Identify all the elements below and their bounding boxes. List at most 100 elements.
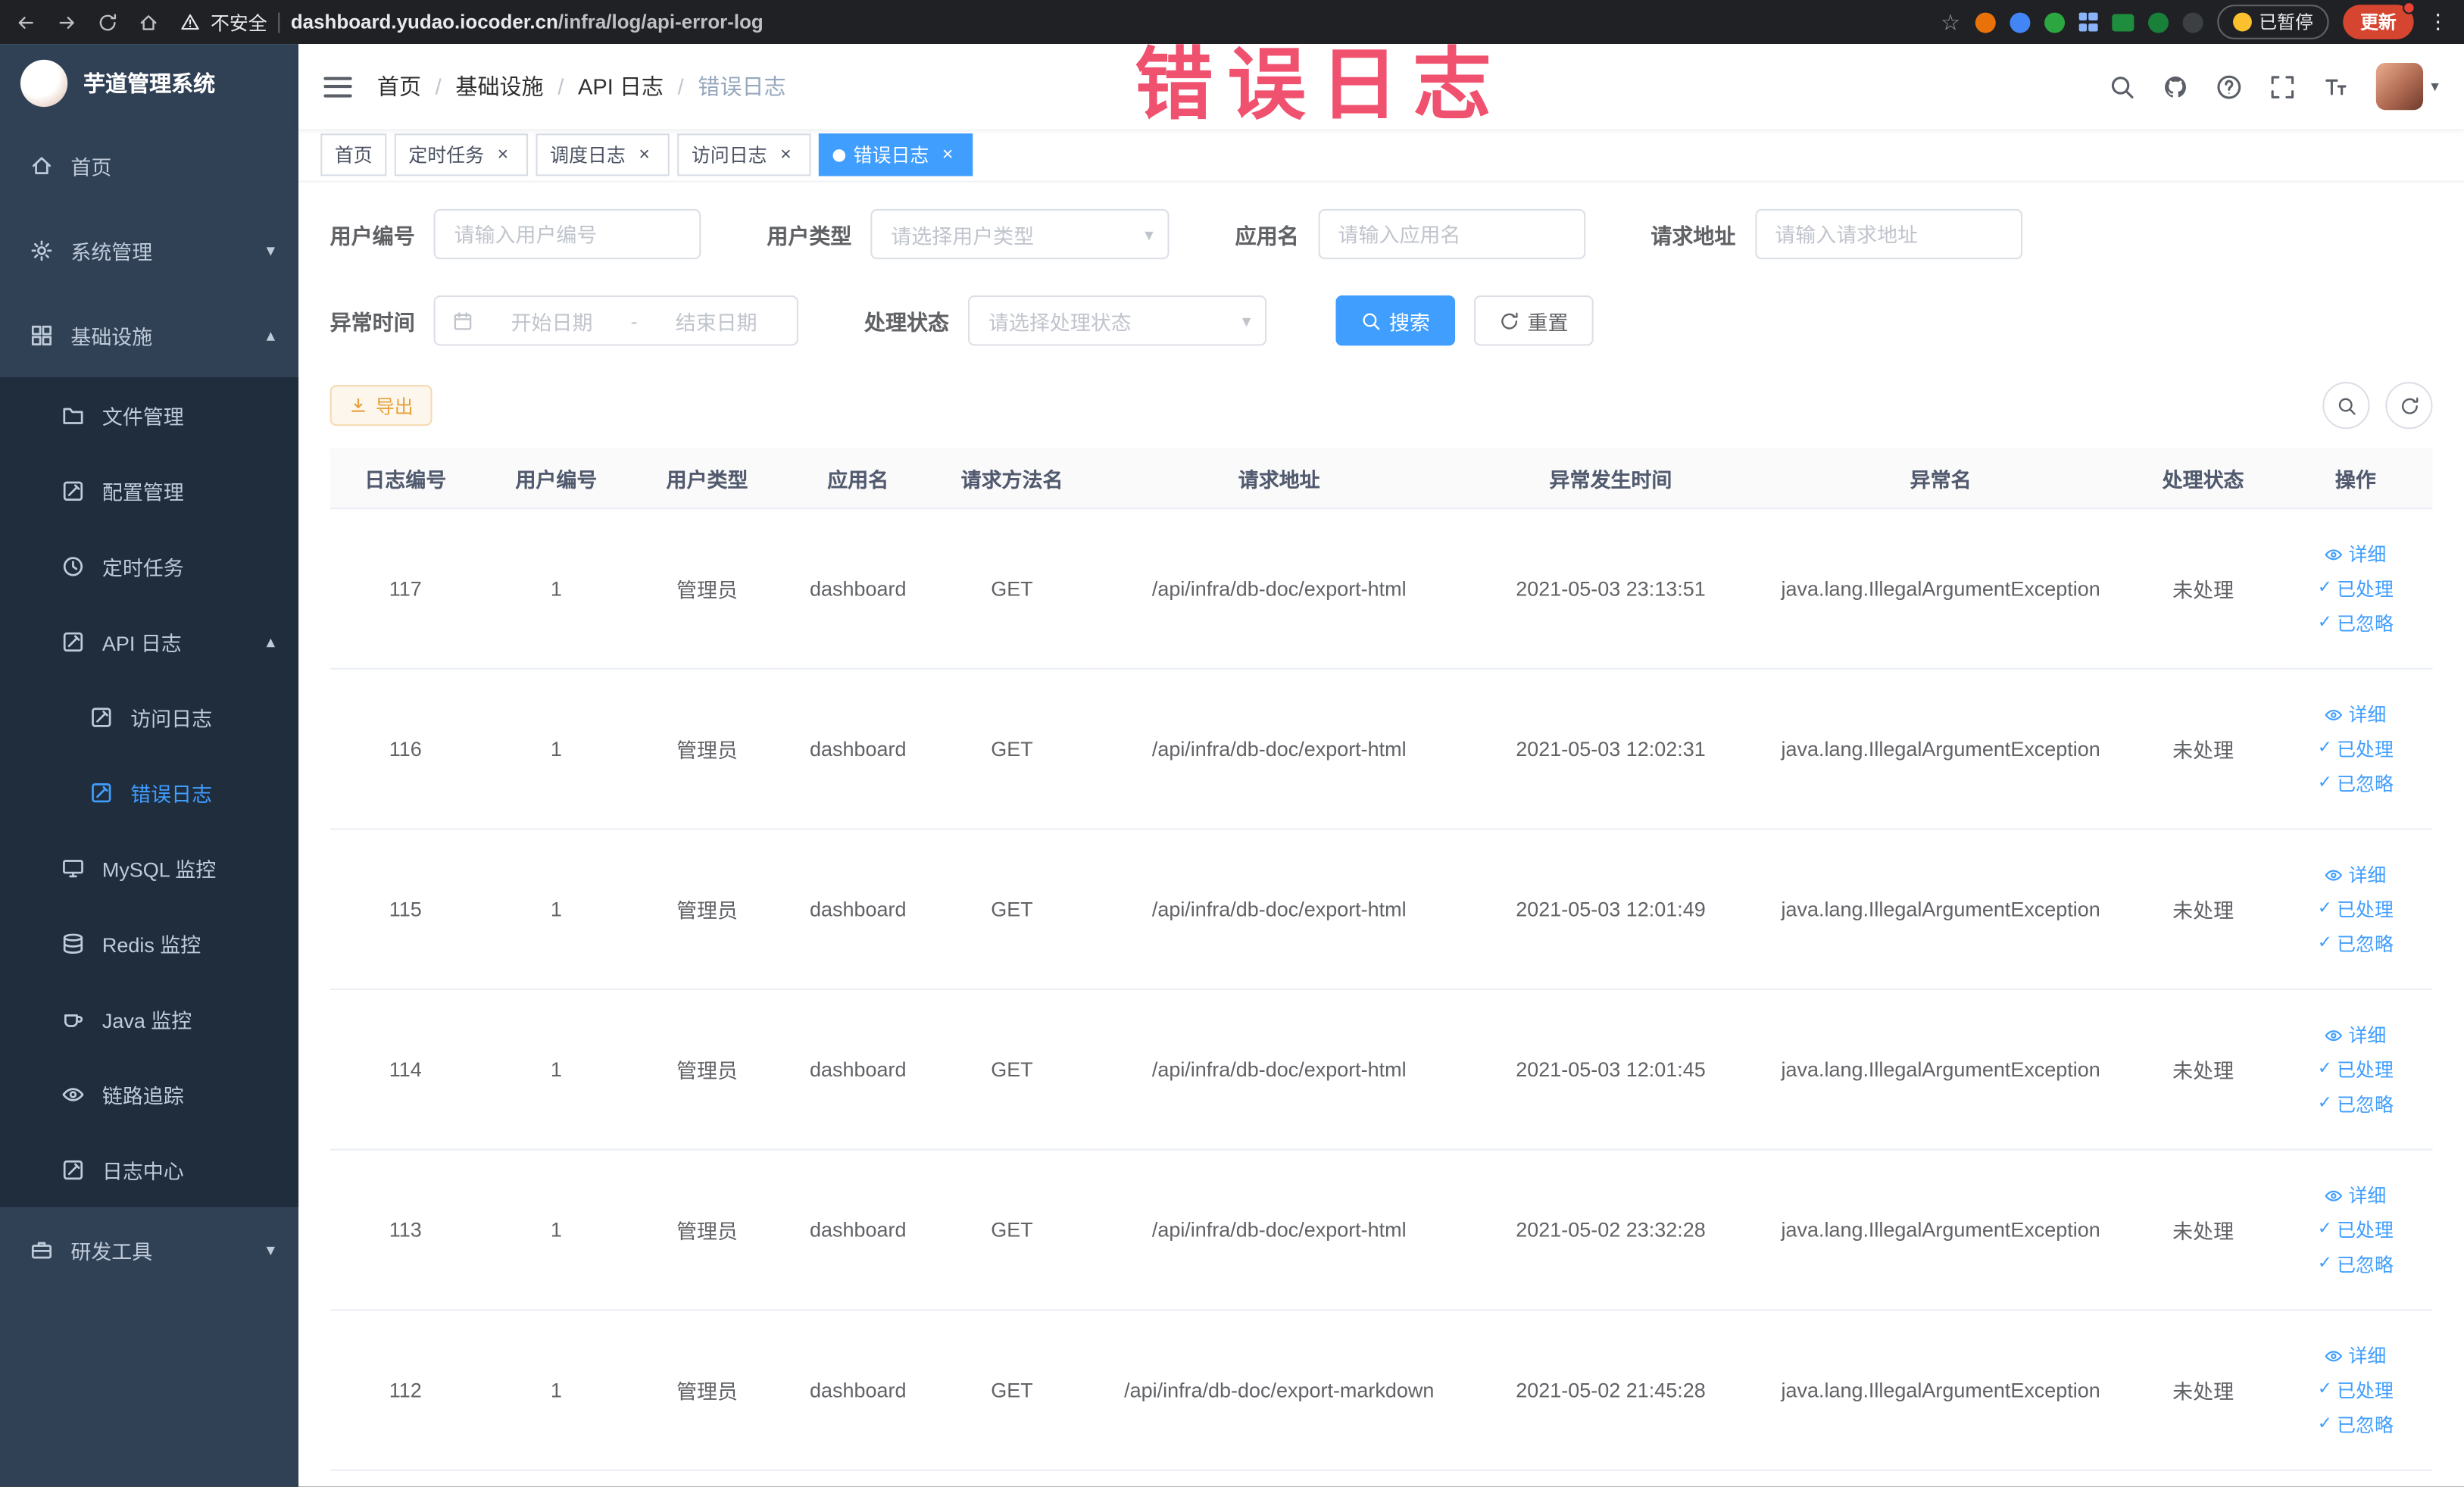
action-detail[interactable]: 详细 [2325, 701, 2386, 727]
user-id-input[interactable] [433, 208, 701, 260]
action-processed[interactable]: ✓ 已处理 [2318, 1217, 2394, 1243]
column-header: 异常发生时间 [1467, 448, 1754, 510]
forward-icon[interactable] [57, 12, 77, 33]
action-ignored[interactable]: ✓ 已忽略 [2318, 770, 2394, 797]
sidebar-item-mysql[interactable]: MySQL 监控 [0, 829, 299, 905]
sidebar-item-label: 链路追踪 [101, 1083, 184, 1107]
row-actions: 详细 ✓ 已处理 ✓ 已忽略 [2284, 861, 2426, 957]
tab-label: 定时任务 [408, 144, 485, 167]
sidebar-logo[interactable]: 芋道管理系统 [0, 44, 298, 123]
status-select[interactable]: 请选择处理状态 ▾ [967, 295, 1267, 346]
user-type-select[interactable]: 请选择用户类型 ▾ [870, 208, 1170, 260]
action-detail[interactable]: 详细 [2325, 541, 2386, 567]
action-label: 已处理 [2337, 1379, 2394, 1402]
request-url-input[interactable] [1754, 208, 2022, 260]
action-processed[interactable]: ✓ 已处理 [2318, 575, 2394, 601]
reload-icon[interactable] [98, 12, 118, 33]
close-icon[interactable]: × [937, 143, 959, 166]
action-processed[interactable]: ✓ 已处理 [2318, 896, 2394, 923]
tab-错误日志[interactable]: 错误日志 × [819, 133, 973, 177]
action-detail[interactable]: 详细 [2325, 861, 2386, 888]
sidebar-item-log-center[interactable]: 日志中心 [0, 1131, 299, 1207]
hamburger-icon[interactable] [323, 76, 352, 97]
sidebar-item-error-log[interactable]: 错误日志 [0, 754, 299, 830]
edit-square-icon [61, 479, 85, 502]
app-name-input[interactable] [1317, 208, 1585, 260]
browser-home-icon[interactable] [139, 12, 159, 33]
close-icon[interactable]: × [492, 143, 514, 166]
action-detail[interactable]: 详细 [2325, 1182, 2386, 1208]
sidebar-item-infra[interactable]: 基础设施 ▴ [0, 292, 298, 377]
action-ignored[interactable]: ✓ 已忽略 [2318, 610, 2394, 636]
sidebar-item-system[interactable]: 系统管理 ▾ [0, 208, 298, 292]
reset-button[interactable]: 重置 [1474, 295, 1594, 346]
breadcrumb-item[interactable]: 首页 [377, 70, 421, 102]
extension-icon[interactable] [1974, 11, 1995, 33]
sidebar-item-api-log[interactable]: API 日志 ▴ [0, 603, 299, 679]
action-ignored[interactable]: ✓ 已忽略 [2318, 930, 2394, 957]
fullscreen-icon[interactable] [2269, 73, 2296, 99]
sidebar-item-home[interactable]: 首页 [0, 123, 298, 208]
kebab-menu-icon[interactable]: ⋮ [2428, 9, 2448, 34]
action-processed[interactable]: ✓ 已处理 [2318, 736, 2394, 762]
breadcrumb-item[interactable]: 基础设施 [455, 70, 543, 102]
export-button[interactable]: 导出 [329, 385, 433, 426]
breadcrumb-item[interactable]: API 日志 [578, 70, 664, 102]
extension-icon[interactable] [2147, 11, 2168, 33]
tab-label: 错误日志 [853, 144, 929, 167]
help-icon[interactable] [2216, 73, 2242, 99]
sidebar-item-config[interactable]: 配置管理 [0, 452, 299, 529]
sidebar-item-java[interactable]: Java 监控 [0, 980, 299, 1057]
eye-icon [2325, 1346, 2344, 1365]
action-processed[interactable]: ✓ 已处理 [2318, 1056, 2394, 1082]
action-ignored[interactable]: ✓ 已忽略 [2318, 1091, 2394, 1117]
action-ignored[interactable]: ✓ 已忽略 [2318, 1251, 2394, 1277]
cell-method: GET [933, 829, 1091, 991]
search-button[interactable]: 搜索 [1335, 295, 1456, 346]
row-actions: 详细 ✓ 已处理 ✓ 已忽略 [2284, 541, 2426, 637]
browser-toolbar-right: ☆ 已暂停 更新 ⋮ [1941, 2, 2448, 39]
extension-icon[interactable] [2181, 11, 2203, 33]
user-menu[interactable]: ▾ [2375, 62, 2439, 111]
action-ignored[interactable]: ✓ 已忽略 [2318, 1411, 2394, 1438]
extension-icon[interactable] [2009, 11, 2030, 33]
cell-log-id: 114 [329, 989, 481, 1151]
paused-badge[interactable]: 已暂停 [2216, 5, 2329, 39]
date-range-picker[interactable]: 开始日期 - 结束日期 [433, 295, 798, 346]
sidebar-item-redis[interactable]: Redis 监控 [0, 904, 299, 981]
cell-request-url: /api/infra/db-doc/export-html [1090, 989, 1468, 1151]
back-icon[interactable] [16, 12, 36, 33]
search-icon[interactable] [2109, 73, 2135, 99]
browser-chrome: 不安全 dashboard.yudao.iocoder.cn/infra/log… [0, 0, 2464, 45]
sidebar-item-label: API 日志 [101, 630, 182, 655]
close-icon[interactable]: × [775, 143, 797, 166]
bookmark-star-icon[interactable]: ☆ [1941, 8, 1960, 35]
tab-调度日志[interactable]: 调度日志 × [536, 133, 670, 177]
sidebar-item-trace[interactable]: 链路追踪 [0, 1056, 299, 1132]
tab-首页[interactable]: 首页 [320, 133, 387, 177]
close-icon[interactable]: × [633, 143, 655, 166]
address-bar[interactable]: 不安全 dashboard.yudao.iocoder.cn/infra/log… [181, 8, 764, 35]
sidebar-item-file[interactable]: 文件管理 [0, 376, 299, 453]
action-detail[interactable]: 详细 [2325, 1342, 2386, 1369]
github-icon[interactable] [2163, 73, 2189, 99]
action-detail[interactable]: 详细 [2325, 1022, 2386, 1048]
extension-icon[interactable] [2044, 11, 2065, 33]
update-button[interactable]: 更新 [2343, 2, 2416, 39]
cell-user-id: 1 [480, 508, 632, 670]
sidebar-item-devtools[interactable]: 研发工具 ▾ [0, 1207, 298, 1292]
font-size-icon[interactable] [2322, 73, 2349, 99]
tab-访问日志[interactable]: 访问日志 × [677, 133, 811, 177]
refresh-table-button[interactable] [2385, 382, 2433, 430]
column-header: 应用名 [782, 448, 934, 510]
extension-grid-icon[interactable] [2078, 12, 2097, 32]
sidebar-item-access-log[interactable]: 访问日志 [0, 679, 299, 754]
status-label: 处理状态 [864, 311, 950, 335]
sidebar-item-job[interactable]: 定时任务 [0, 528, 299, 604]
extension-badge-icon[interactable] [2111, 13, 2134, 31]
action-processed[interactable]: ✓ 已处理 [2318, 1376, 2394, 1403]
start-date-placeholder: 开始日期 [511, 310, 593, 334]
toggle-search-button[interactable] [2322, 382, 2370, 430]
eye-icon [2325, 1026, 2344, 1045]
tab-定时任务[interactable]: 定时任务 × [394, 133, 529, 177]
